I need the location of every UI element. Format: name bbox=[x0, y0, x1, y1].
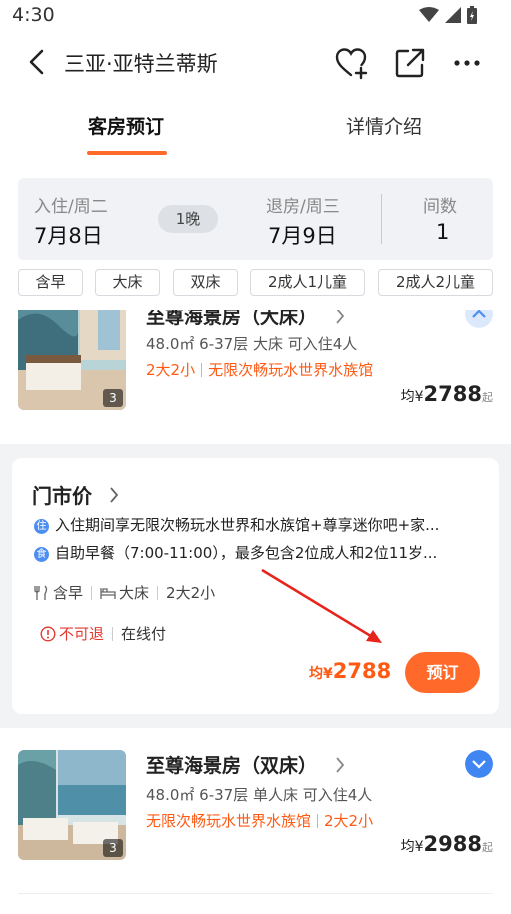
rooms-label: 间数 bbox=[423, 197, 457, 217]
filter-chip-king-bed[interactable]: 大床 bbox=[95, 269, 160, 296]
signal-icon bbox=[445, 7, 461, 23]
room-name[interactable]: 至尊海景房（双床） bbox=[146, 751, 317, 778]
tab-details[interactable]: 详情介绍 bbox=[346, 112, 422, 139]
filter-chip-2a2c[interactable]: 2成人2儿童 bbox=[378, 269, 493, 296]
collapse-chevron-up-icon[interactable] bbox=[465, 310, 493, 328]
rate-policy: 不可退 在线付 bbox=[40, 623, 166, 644]
price-value: 2788 bbox=[423, 382, 482, 406]
room-name[interactable]: 至尊海景房（大床） bbox=[146, 310, 317, 329]
nights-badge: 1晚 bbox=[158, 205, 218, 233]
room-tag: 2大2小 bbox=[324, 812, 374, 830]
price-prefix: 均¥ bbox=[400, 389, 424, 405]
stay-benefit-line: 住入住期间享无限次畅玩水世界和水族馆+尊享迷你吧+家... bbox=[34, 514, 439, 535]
feat-bed: 大床 bbox=[119, 584, 150, 602]
share-icon[interactable] bbox=[393, 46, 427, 80]
warning-icon bbox=[40, 625, 56, 642]
price-prefix: 均¥ bbox=[400, 839, 424, 855]
room-photo[interactable]: 3 bbox=[18, 310, 126, 410]
room-info: 48.0㎡ 6-37层 单人床 可入住4人 bbox=[146, 786, 373, 804]
feat-guests: 2大2小 bbox=[166, 584, 216, 602]
filter-chip-breakfast[interactable]: 含早 bbox=[18, 269, 83, 296]
wifi-icon bbox=[419, 7, 439, 22]
rate-plan-title[interactable]: 门市价 bbox=[32, 480, 92, 509]
meal-benefit-line: 食自助早餐（7:00-11:00），最多包含2位成人和2位11岁... bbox=[34, 542, 437, 563]
room-photo[interactable]: 3 bbox=[18, 750, 126, 860]
room-tag: 无限次畅玩水世界水族馆 bbox=[208, 361, 374, 379]
filter-area: 入住/周二 7月8日 1晚 退房/周三 7月9日 间数 1 含早 大床 双床 2… bbox=[0, 164, 511, 310]
checkout-date[interactable]: 7月9日 bbox=[268, 220, 337, 250]
stay-benefit-text: 入住期间享无限次畅玩水世界和水族馆+尊享迷你吧+家... bbox=[55, 516, 440, 534]
chevron-right-icon bbox=[110, 487, 119, 503]
photo-count: 3 bbox=[103, 389, 123, 407]
room-tags: 无限次畅玩水世界水族馆 2大2小 bbox=[146, 810, 373, 831]
chevron-right-icon bbox=[336, 757, 345, 773]
price-value: 2988 bbox=[423, 832, 482, 856]
date-selector[interactable]: 入住/周二 7月8日 1晚 退房/周三 7月9日 间数 1 bbox=[18, 178, 493, 260]
stay-badge-icon: 住 bbox=[34, 519, 49, 534]
book-button[interactable]: 预订 bbox=[405, 652, 480, 693]
checkout-label: 退房/周三 bbox=[266, 197, 340, 217]
room-tags: 2大2小 无限次畅玩水世界水族馆 bbox=[146, 359, 373, 380]
status-time: 4:30 bbox=[12, 4, 55, 26]
nav-bar: 三亚·亚特兰蒂斯 bbox=[0, 30, 511, 94]
status-bar: 4:30 bbox=[0, 0, 511, 30]
rate-features: 含早 大床 2大2小 bbox=[34, 582, 215, 603]
price-prefix: 均¥ bbox=[309, 666, 333, 682]
price-suffix: 起 bbox=[482, 391, 493, 404]
bed-icon bbox=[100, 587, 116, 599]
divider bbox=[18, 893, 493, 894]
back-arrow-icon[interactable] bbox=[24, 48, 52, 76]
divider bbox=[381, 194, 382, 244]
checkin-label: 入住/周二 bbox=[34, 197, 108, 217]
rate-plan-card[interactable]: 门市价 住入住期间享无限次畅玩水世界和水族馆+尊享迷你吧+家... 食自助早餐（… bbox=[12, 458, 499, 714]
more-options-icon[interactable] bbox=[450, 46, 484, 80]
room-tag: 无限次畅玩水世界水族馆 bbox=[146, 812, 312, 830]
checkin-date[interactable]: 7月8日 bbox=[34, 220, 103, 250]
price-value: 2788 bbox=[332, 659, 392, 683]
tab-room-booking[interactable]: 客房预订 bbox=[88, 112, 164, 139]
hotel-title: 三亚·亚特兰蒂斯 bbox=[64, 52, 218, 76]
expand-chevron-down-icon[interactable] bbox=[465, 750, 493, 778]
room-info: 48.0㎡ 6-37层 大床 可入住4人 bbox=[146, 335, 358, 353]
room-price: 均¥2988起 bbox=[401, 832, 493, 856]
room-card[interactable]: 3 至尊海景房（大床） 48.0㎡ 6-37层 大床 可入住4人 2大2小 无限次… bbox=[0, 310, 511, 444]
price-suffix: 起 bbox=[482, 841, 493, 854]
favorite-heart-icon[interactable] bbox=[334, 46, 368, 80]
filter-chip-twin-bed[interactable]: 双床 bbox=[173, 269, 238, 296]
room-tag: 2大2小 bbox=[146, 361, 196, 379]
tab-bar: 客房预订 详情介绍 bbox=[0, 94, 511, 164]
rate-price: 均¥2788 bbox=[309, 659, 391, 683]
meal-badge-icon: 食 bbox=[34, 547, 49, 562]
non-refundable-text[interactable]: 不可退 bbox=[59, 623, 104, 644]
chevron-right-icon bbox=[336, 310, 345, 324]
meal-benefit-text: 自助早餐（7:00-11:00），最多包含2位成人和2位11岁... bbox=[55, 544, 438, 562]
filter-chip-2a1c[interactable]: 2成人1儿童 bbox=[250, 269, 365, 296]
battery-icon bbox=[467, 6, 477, 24]
fork-knife-icon bbox=[34, 585, 48, 600]
photo-count: 3 bbox=[103, 839, 123, 857]
active-tab-indicator bbox=[87, 151, 167, 155]
status-icons bbox=[419, 6, 477, 24]
payment-type-text: 在线付 bbox=[121, 625, 167, 643]
room-card[interactable]: 3 至尊海景房（双床） 48.0㎡ 6-37层 单人床 可入住4人 无限次畅玩水… bbox=[0, 728, 511, 914]
feat-breakfast: 含早 bbox=[53, 584, 84, 602]
rooms-count[interactable]: 1 bbox=[436, 220, 449, 244]
room-price: 均¥2788起 bbox=[401, 382, 493, 406]
